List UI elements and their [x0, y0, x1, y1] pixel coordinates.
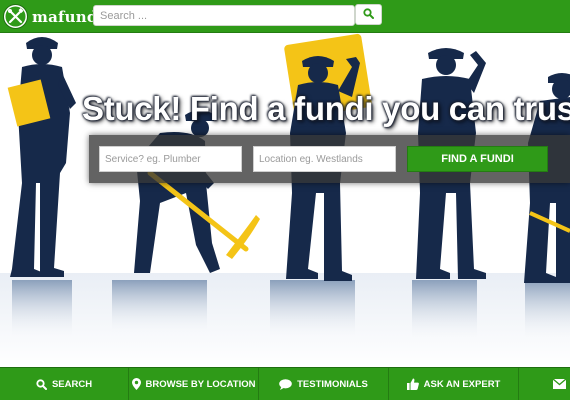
chat-bubble-icon	[279, 378, 292, 390]
thumbs-up-icon	[406, 378, 419, 390]
nav-item-search[interactable]: SEARCH	[0, 368, 129, 400]
nav-item-ask-an-expert[interactable]: ASK AN EXPERT	[389, 368, 519, 400]
envelope-icon	[553, 379, 566, 389]
find-a-fundi-button[interactable]: FIND A FUNDI	[407, 146, 548, 172]
crossed-tools-icon	[3, 4, 28, 29]
map-pin-icon	[131, 378, 141, 390]
hero-banner: Stuck! Find a fundi you can trust FIND A…	[0, 33, 570, 367]
bottom-nav: SEARCH BROWSE BY LOCATION TESTIMONIALS A…	[0, 367, 570, 400]
logo[interactable]: mafundi	[3, 3, 103, 30]
hero-illustration	[0, 33, 570, 367]
fundi-search-panel: FIND A FUNDI	[89, 135, 570, 183]
search-button[interactable]	[355, 4, 382, 25]
hero-headline: Stuck! Find a fundi you can trust	[82, 90, 570, 127]
nav-item-browse-by-location[interactable]: BROWSE BY LOCATION	[129, 368, 259, 400]
service-input[interactable]	[99, 146, 242, 172]
search-input[interactable]	[93, 5, 355, 26]
nav-item-label: SEARCH	[51, 378, 93, 390]
nav-item-label: ASK AN EXPERT	[423, 378, 501, 390]
worker-silhouette	[10, 37, 76, 277]
nav-item-label: BROWSE BY LOCATION	[145, 378, 256, 390]
search-icon	[36, 378, 47, 390]
top-bar: mafundi	[0, 0, 570, 33]
nav-item-contact[interactable]	[519, 368, 570, 400]
search-icon	[363, 6, 374, 24]
location-input[interactable]	[253, 146, 396, 172]
nav-item-label: TESTIMONIALS	[297, 378, 368, 390]
nav-item-testimonials[interactable]: TESTIMONIALS	[259, 368, 389, 400]
page: mafundi Search ... Stuck! Find a fundi y…	[0, 0, 570, 400]
